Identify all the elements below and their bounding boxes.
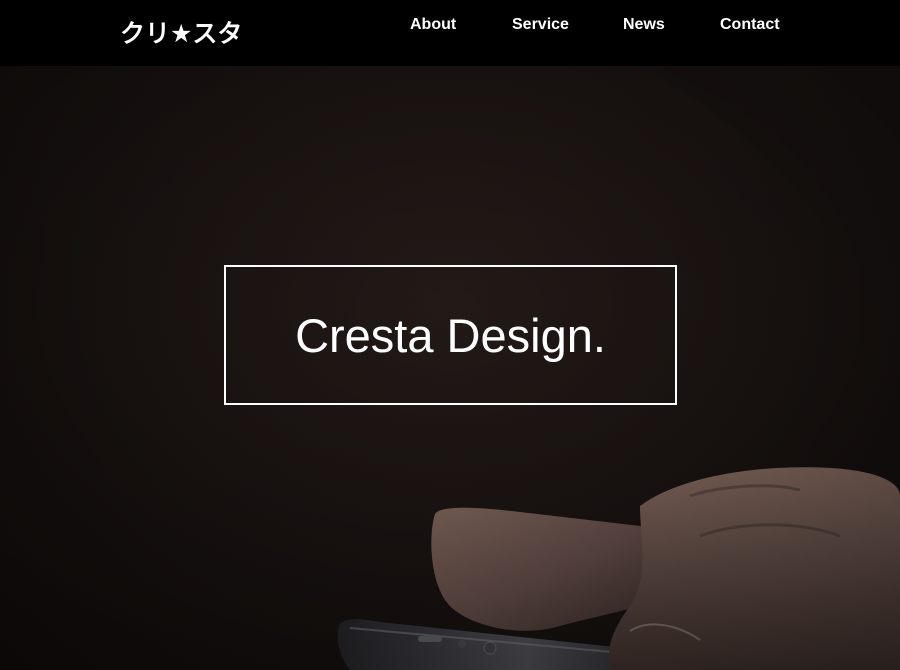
main-nav: About Service News Contact	[0, 16, 900, 36]
nav-link-contact[interactable]: Contact	[720, 16, 780, 34]
page: クリ★スタ About Service News Contact Cresta …	[0, 0, 900, 670]
hero-title-box: Cresta Design.	[224, 265, 677, 405]
nav-link-service[interactable]: Service	[512, 16, 569, 34]
site-header: クリ★スタ About Service News Contact	[0, 0, 900, 66]
nav-link-about[interactable]: About	[410, 16, 456, 34]
nav-link-news[interactable]: News	[623, 16, 665, 34]
hero-title: Cresta Design.	[295, 308, 606, 362]
